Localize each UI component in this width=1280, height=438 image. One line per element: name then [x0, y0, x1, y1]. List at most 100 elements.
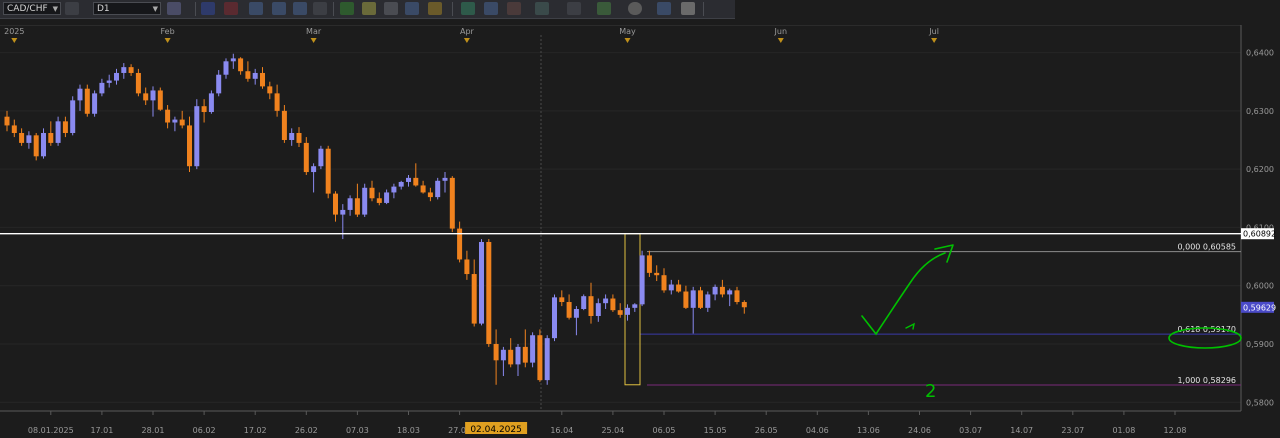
- circle-icon[interactable]: [405, 2, 419, 15]
- candle-body: [646, 255, 652, 273]
- candle-body: [566, 302, 572, 318]
- candle-body: [135, 72, 141, 94]
- candle-body: [289, 132, 295, 140]
- date-tick-label: 26.02: [295, 426, 318, 435]
- price-tick-label: 0,6000: [1246, 282, 1274, 291]
- toolbar-separator: [195, 2, 196, 16]
- horizontal-line-price-label: 0,60892: [1243, 230, 1276, 239]
- candle-body: [362, 187, 368, 215]
- candle-body: [464, 259, 470, 275]
- date-tick-label: 17.02: [244, 426, 267, 435]
- candle-body: [559, 297, 565, 303]
- candle-body: [208, 93, 214, 113]
- price-tick-label: 0,6400: [1246, 49, 1274, 58]
- table-icon[interactable]: [484, 2, 498, 15]
- dot-icon[interactable]: [313, 2, 327, 15]
- candle-body: [354, 198, 360, 215]
- candle-body: [106, 80, 112, 83]
- symbol-select[interactable]: CAD/CHF ▼: [3, 2, 61, 15]
- date-tick-label: 03.07: [959, 426, 982, 435]
- candle-body: [128, 67, 134, 73]
- candle-body: [420, 185, 426, 193]
- candle-body: [698, 290, 703, 308]
- fib-level-label: 0,000 0,60585: [1177, 243, 1236, 252]
- ray-icon[interactable]: [567, 2, 581, 15]
- zoom-out-icon[interactable]: [272, 2, 286, 15]
- price-tick-label: 0,5900: [1246, 340, 1274, 349]
- price-tick-label: 0,5800: [1246, 398, 1274, 407]
- comment-icon[interactable]: [362, 2, 376, 15]
- candle-body: [435, 180, 441, 198]
- crosshair-icon[interactable]: [293, 2, 307, 15]
- line-icon[interactable]: [507, 2, 521, 15]
- candle-body: [296, 132, 302, 143]
- candle-body: [318, 148, 324, 167]
- candle-body: [508, 349, 514, 365]
- candle-body: [719, 286, 725, 295]
- candle-body: [143, 93, 149, 101]
- candle-body: [530, 335, 536, 363]
- candle-body: [33, 135, 39, 157]
- candle-body: [230, 58, 236, 62]
- candle-body: [654, 272, 660, 276]
- date-tick-label: 12.08: [1164, 426, 1187, 435]
- candle-body: [187, 125, 192, 167]
- table-icon[interactable]: [657, 2, 671, 15]
- eraser-icon[interactable]: [681, 2, 695, 15]
- month-label: Apr: [460, 27, 475, 36]
- price-chart[interactable]: 2025 Feb Mar Apr May Jun Jul 0,6400 0,6300 0,620…: [0, 25, 1280, 438]
- candle-body: [376, 198, 382, 203]
- fib-icon[interactable]: [597, 2, 611, 15]
- candle-body: [281, 110, 287, 140]
- candle-body: [552, 297, 557, 339]
- candle-body: [216, 74, 222, 94]
- bar-chart-icon[interactable]: [201, 2, 215, 15]
- link-icon[interactable]: [65, 2, 79, 15]
- candle-body: [333, 193, 338, 215]
- zoom-in-icon[interactable]: [249, 2, 263, 15]
- candle-body: [19, 132, 25, 143]
- candle-body: [179, 119, 185, 126]
- circle-icon[interactable]: [628, 2, 642, 15]
- candle-chart-icon[interactable]: [224, 2, 238, 15]
- candle-body: [311, 166, 317, 173]
- candle-body: [99, 82, 105, 94]
- candle-body: [194, 106, 200, 167]
- candle-body: [413, 177, 419, 186]
- candle-body: [201, 106, 207, 113]
- candle-body: [712, 286, 718, 295]
- timeframe-select[interactable]: D1 ▼: [93, 2, 161, 15]
- candle-body: [471, 274, 477, 324]
- candle-body: [581, 296, 587, 310]
- fill-icon[interactable]: [384, 2, 398, 15]
- text-icon[interactable]: [340, 2, 354, 15]
- candle-body: [661, 275, 667, 291]
- toolbar-separator: [333, 2, 334, 16]
- price-tick-label: 0,6200: [1246, 165, 1274, 174]
- candle-body: [245, 71, 251, 79]
- candle-body: [223, 61, 229, 75]
- candle-body: [62, 121, 68, 133]
- candle-body: [70, 100, 76, 133]
- candle-body: [595, 303, 601, 317]
- date-tick-label: 08.01.2025: [28, 426, 74, 435]
- arrows-icon[interactable]: [461, 2, 475, 15]
- pencil-icon[interactable]: [428, 2, 442, 15]
- candle-body: [406, 177, 411, 182]
- toolbar-separator: [703, 2, 704, 16]
- channel-icon[interactable]: [535, 2, 549, 15]
- candle-body: [683, 291, 689, 308]
- date-tick-label: 16.04: [550, 426, 573, 435]
- toolbar-separator: [452, 2, 453, 16]
- candle-body: [165, 109, 171, 123]
- candle-body: [522, 346, 528, 363]
- candle-body: [4, 116, 10, 126]
- price-tick-label: 0,6300: [1246, 107, 1274, 116]
- date-tick-label: 26.05: [755, 426, 778, 435]
- candle-body: [172, 119, 178, 123]
- chart-type-icon[interactable]: [167, 2, 181, 15]
- candle-body: [610, 298, 616, 311]
- candle-body: [632, 304, 638, 308]
- candle-body: [157, 90, 163, 110]
- candle-body: [77, 88, 83, 101]
